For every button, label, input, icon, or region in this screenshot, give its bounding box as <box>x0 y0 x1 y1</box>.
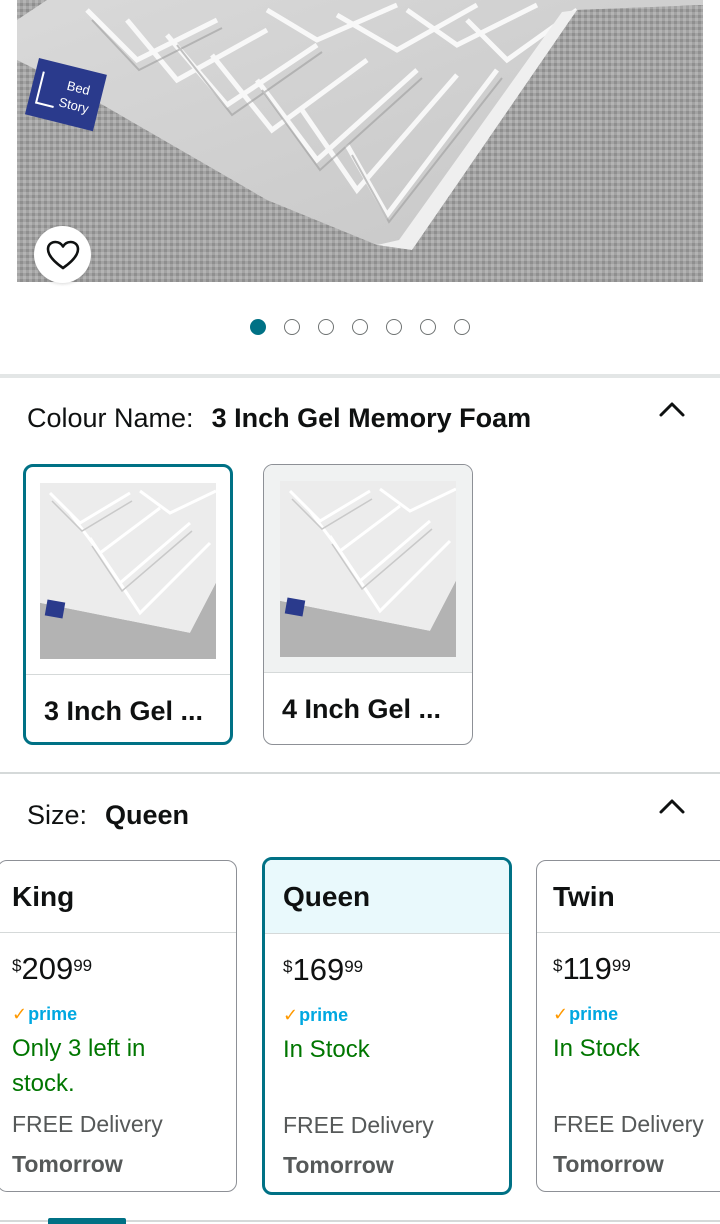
colour-value: 3 Inch Gel Memory Foam <box>211 403 532 433</box>
carousel-dot[interactable] <box>454 319 470 335</box>
price: $ 169 99 <box>283 954 509 992</box>
price-fraction: 99 <box>73 956 93 975</box>
price-currency: $ <box>283 957 293 976</box>
price-currency: $ <box>553 956 563 975</box>
delivery-text: FREE Delivery <box>12 1111 163 1137</box>
colour-label: Colour Name: <box>27 403 194 433</box>
colour-option-name: 3 Inch Gel ... <box>44 695 204 726</box>
size-option-name: Queen <box>265 860 509 934</box>
size-option-king[interactable]: King $ 209 99 ✓ prime Only 3 left in stoc… <box>0 860 237 1192</box>
chevron-up-icon[interactable] <box>658 797 686 815</box>
price-whole: 119 <box>562 951 612 986</box>
size-header[interactable]: Size: Queen <box>27 800 189 831</box>
carousel-dot-active[interactable] <box>250 319 266 335</box>
stock-status: Only 3 left in stock. <box>12 1035 146 1097</box>
carousel-dot[interactable] <box>352 319 368 335</box>
carousel-dot[interactable] <box>420 319 436 335</box>
size-option-queen[interactable]: Queen $ 169 99 ✓ prime In Stock FREE Deli… <box>262 857 512 1195</box>
colour-header[interactable]: Colour Name: 3 Inch Gel Memory Foam <box>27 403 531 434</box>
size-option-name: King <box>0 861 236 933</box>
price-whole: 209 <box>21 951 74 986</box>
prime-badge: ✓ prime <box>553 1003 720 1025</box>
tab-indicator <box>48 1218 126 1224</box>
colour-option-3-inch[interactable]: 3 Inch Gel ... <box>23 464 233 745</box>
carousel-indicator <box>250 319 470 335</box>
prime-check-icon: ✓ <box>12 1003 28 1024</box>
delivery-day: Tomorrow <box>283 1152 394 1178</box>
colour-option-4-inch[interactable]: 4 Inch Gel ... <box>263 464 473 745</box>
delivery-text: FREE Delivery <box>553 1111 704 1137</box>
price: $ 119 99 <box>553 953 720 991</box>
price-currency: $ <box>12 956 22 975</box>
price-whole: 169 <box>292 952 345 987</box>
carousel-dot[interactable] <box>284 319 300 335</box>
section-divider <box>0 374 720 378</box>
price: $ 209 99 <box>12 953 236 991</box>
heart-icon <box>46 240 79 269</box>
section-divider <box>0 772 720 774</box>
prime-badge: ✓ prime <box>283 1004 509 1026</box>
price-fraction: 99 <box>344 957 364 976</box>
product-image[interactable]: Bed Story <box>17 0 703 282</box>
size-value: Queen <box>105 800 190 830</box>
price-fraction: 99 <box>611 956 631 975</box>
prime-label: prime <box>28 1003 78 1024</box>
size-option-twin[interactable]: Twin $ 119 99 ✓ prime In Stock FREE Deliv… <box>536 860 720 1192</box>
stock-status: In Stock <box>553 1035 640 1062</box>
carousel-dot[interactable] <box>318 319 334 335</box>
prime-check-icon: ✓ <box>553 1003 569 1024</box>
prime-check-icon: ✓ <box>283 1004 299 1025</box>
delivery-text: FREE Delivery <box>283 1112 434 1138</box>
chevron-up-icon[interactable] <box>658 400 686 418</box>
size-label: Size: <box>27 800 88 830</box>
size-option-name: Twin <box>537 861 720 933</box>
colour-option-name: 4 Inch Gel ... <box>282 693 442 724</box>
stock-status: In Stock <box>283 1036 370 1063</box>
prime-label: prime <box>569 1003 619 1024</box>
prime-badge: ✓ prime <box>12 1003 236 1025</box>
carousel-dot[interactable] <box>386 319 402 335</box>
colour-option-image <box>264 465 472 673</box>
prime-label: prime <box>299 1004 349 1025</box>
colour-option-image <box>26 467 230 675</box>
wishlist-button[interactable] <box>34 226 91 283</box>
delivery-day: Tomorrow <box>553 1151 664 1177</box>
delivery-day: Tomorrow <box>12 1151 123 1177</box>
